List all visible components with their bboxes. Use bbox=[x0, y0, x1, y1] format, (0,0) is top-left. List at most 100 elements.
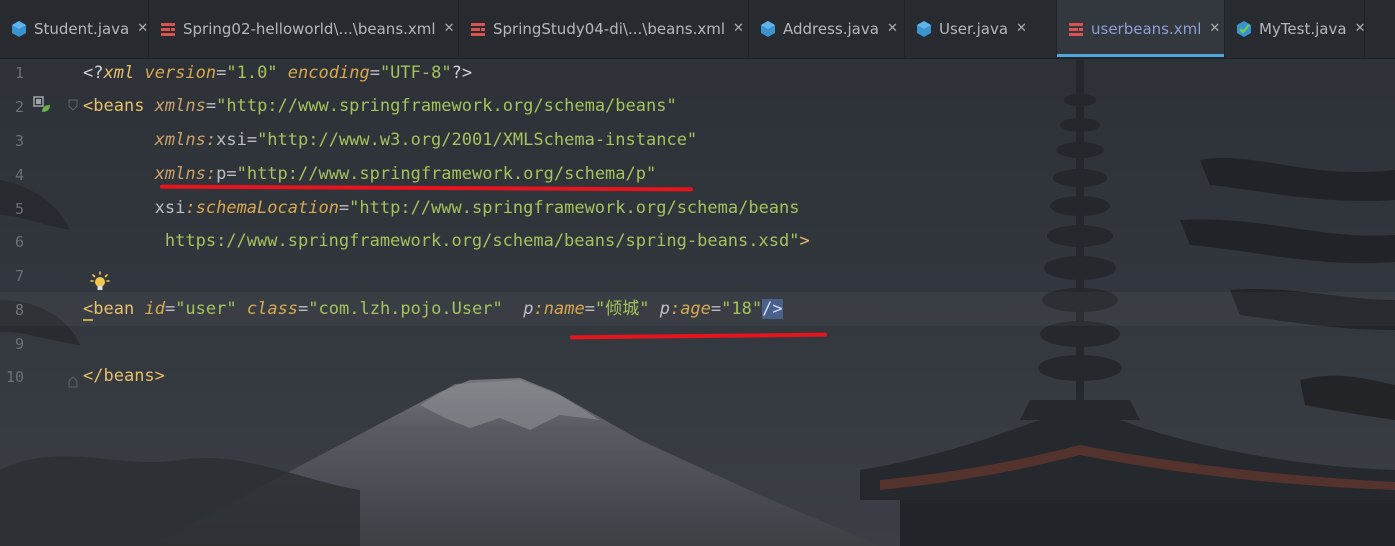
equals: = bbox=[710, 299, 722, 319]
attr-class: class bbox=[246, 299, 299, 319]
fold-marker-icon[interactable] bbox=[68, 99, 78, 111]
value-name: "倾城" bbox=[594, 299, 650, 319]
code-line-4[interactable]: xmlns:p="http://www.springframework.org/… bbox=[83, 163, 657, 185]
line-number: 7 bbox=[14, 267, 24, 285]
attr-schema-location: schemaLocation bbox=[195, 198, 339, 218]
line-number: 5 bbox=[14, 200, 24, 218]
tab-label: SpringStudy04-di\...\beans.xml bbox=[493, 19, 726, 38]
tab-address-java[interactable]: Address.java ✕ bbox=[749, 0, 905, 57]
close-icon[interactable]: ✕ bbox=[1355, 21, 1366, 36]
code-line-3[interactable]: xmlns:xsi="http://www.w3.org/2001/XMLSch… bbox=[83, 129, 698, 151]
tab-label: userbeans.xml bbox=[1091, 19, 1202, 38]
tab-springstudy04-di-beans-xml[interactable]: SpringStudy04-di\...\beans.xml ✕ bbox=[459, 0, 749, 57]
tag-bracket: > bbox=[154, 366, 165, 386]
line-number: 6 bbox=[14, 233, 24, 251]
equals: = bbox=[216, 63, 227, 83]
line-number: 1 bbox=[14, 64, 24, 82]
xml-decl-name: xml bbox=[103, 63, 135, 83]
colon: : bbox=[533, 299, 544, 319]
tag-bracket: < bbox=[83, 299, 94, 321]
spring-bean-gutter-icon[interactable] bbox=[33, 96, 51, 114]
code-line-8[interactable]: <bean id="user" class="com.lzh.pojo.User… bbox=[83, 298, 783, 321]
attr-xmlns: xmlns bbox=[154, 96, 206, 116]
equals: = bbox=[298, 299, 309, 319]
value-schema-xsd: https://www.springframework.org/schema/b… bbox=[164, 231, 800, 251]
equals: = bbox=[369, 63, 380, 83]
attr-encoding: encoding bbox=[287, 63, 370, 83]
tab-label: MyTest.java bbox=[1259, 19, 1347, 38]
code-line-1[interactable]: <?xml version="1.0" encoding="UTF-8"?> bbox=[83, 62, 472, 84]
tab-student-java[interactable]: Student.java ✕ bbox=[0, 0, 149, 57]
equals: = bbox=[164, 299, 176, 319]
value-version: "1.0" bbox=[226, 63, 278, 83]
value-xmlns: "http://www.springframework.org/schema/b… bbox=[216, 96, 677, 116]
colon: : bbox=[205, 164, 217, 184]
colon: : bbox=[669, 299, 681, 319]
attr-id: id bbox=[144, 299, 165, 319]
tab-label: Spring02-helloworld\...\beans.xml bbox=[183, 19, 436, 38]
ide-editor-window: Student.java ✕ Spring02-helloworld\...\bea… bbox=[0, 0, 1395, 546]
self-close-tag: /> bbox=[762, 299, 783, 319]
attr-version: version bbox=[144, 63, 217, 83]
tag-beans-close: beans bbox=[103, 366, 155, 386]
line-number: 2 bbox=[14, 98, 24, 116]
tab-label: User.java bbox=[939, 19, 1009, 38]
equals: = bbox=[246, 130, 258, 150]
colon: : bbox=[205, 130, 217, 150]
line-number: 4 bbox=[14, 166, 24, 184]
java-class-icon bbox=[915, 20, 939, 38]
value-age: "18" bbox=[721, 299, 763, 319]
attr-p: p bbox=[216, 164, 227, 184]
tag-bracket: </ bbox=[83, 366, 104, 386]
xml-file-icon bbox=[159, 20, 183, 38]
tab-label: Student.java bbox=[34, 19, 130, 38]
attr-p-name: name bbox=[543, 299, 585, 319]
close-icon[interactable]: ✕ bbox=[733, 21, 744, 36]
tab-label: Address.java bbox=[783, 19, 879, 38]
value-p-namespace: "http://www.springframework.org/schema/p… bbox=[236, 164, 657, 184]
close-icon[interactable]: ✕ bbox=[887, 21, 898, 36]
p-prefix-name: p bbox=[523, 299, 534, 319]
xml-decl-close: ?> bbox=[451, 63, 473, 83]
code-editor[interactable]: <?xml version="1.0" encoding="UTF-8"?> <… bbox=[83, 58, 1393, 546]
close-icon[interactable]: ✕ bbox=[137, 21, 148, 36]
line-number: 10 bbox=[5, 368, 24, 386]
attr-p-age: age bbox=[680, 299, 711, 319]
tab-spring02-helloworld-beans-xml[interactable]: Spring02-helloworld\...\beans.xml ✕ bbox=[149, 0, 459, 57]
xml-file-icon bbox=[1067, 20, 1091, 38]
xml-file-icon bbox=[469, 20, 493, 38]
code-line-6[interactable]: https://www.springframework.org/schema/b… bbox=[83, 230, 810, 252]
fold-end-marker-icon[interactable] bbox=[68, 376, 78, 388]
colon: : bbox=[185, 198, 196, 218]
value-class: "com.lzh.pojo.User" bbox=[308, 299, 503, 319]
code-line-2[interactable]: <beans xmlns="http://www.springframework… bbox=[83, 95, 677, 117]
value-encoding: "UTF-8" bbox=[379, 63, 452, 83]
close-icon[interactable]: ✕ bbox=[1209, 21, 1220, 36]
close-icon[interactable]: ✕ bbox=[1016, 21, 1027, 36]
code-line-10[interactable]: </beans> bbox=[83, 365, 165, 387]
tab-user-java[interactable]: User.java ✕ bbox=[905, 0, 1057, 57]
editor-tab-bar: Student.java ✕ Spring02-helloworld\...\bea… bbox=[0, 0, 1395, 59]
line-number: 3 bbox=[14, 132, 24, 150]
value-xsi: "http://www.w3.org/2001/XMLSchema-instan… bbox=[257, 130, 698, 150]
java-class-icon bbox=[759, 20, 783, 38]
equals: = bbox=[584, 299, 595, 319]
tag-bean: bean bbox=[93, 299, 135, 319]
equals: = bbox=[226, 164, 237, 184]
tag-bracket: < bbox=[83, 96, 94, 116]
xml-decl-open: <? bbox=[83, 63, 104, 83]
p-prefix-age: p bbox=[659, 299, 670, 319]
tab-userbeans-xml[interactable]: userbeans.xml ✕ bbox=[1057, 0, 1225, 57]
code-line-5[interactable]: xsi:schemaLocation="http://www.springfra… bbox=[83, 197, 800, 219]
attr-xsi-prefix: xsi bbox=[154, 198, 186, 218]
equals: = bbox=[205, 96, 217, 116]
attr-xmlns-prefix: xmlns bbox=[154, 164, 206, 184]
attr-xsi: xsi bbox=[216, 130, 247, 150]
equals: = bbox=[338, 198, 350, 218]
line-number: 9 bbox=[14, 335, 24, 353]
java-test-icon bbox=[1235, 20, 1259, 38]
tab-mytest-java[interactable]: MyTest.java ✕ bbox=[1225, 0, 1365, 57]
java-class-icon bbox=[10, 20, 34, 38]
close-icon[interactable]: ✕ bbox=[444, 21, 455, 36]
attr-xmlns-prefix: xmlns bbox=[154, 130, 206, 150]
